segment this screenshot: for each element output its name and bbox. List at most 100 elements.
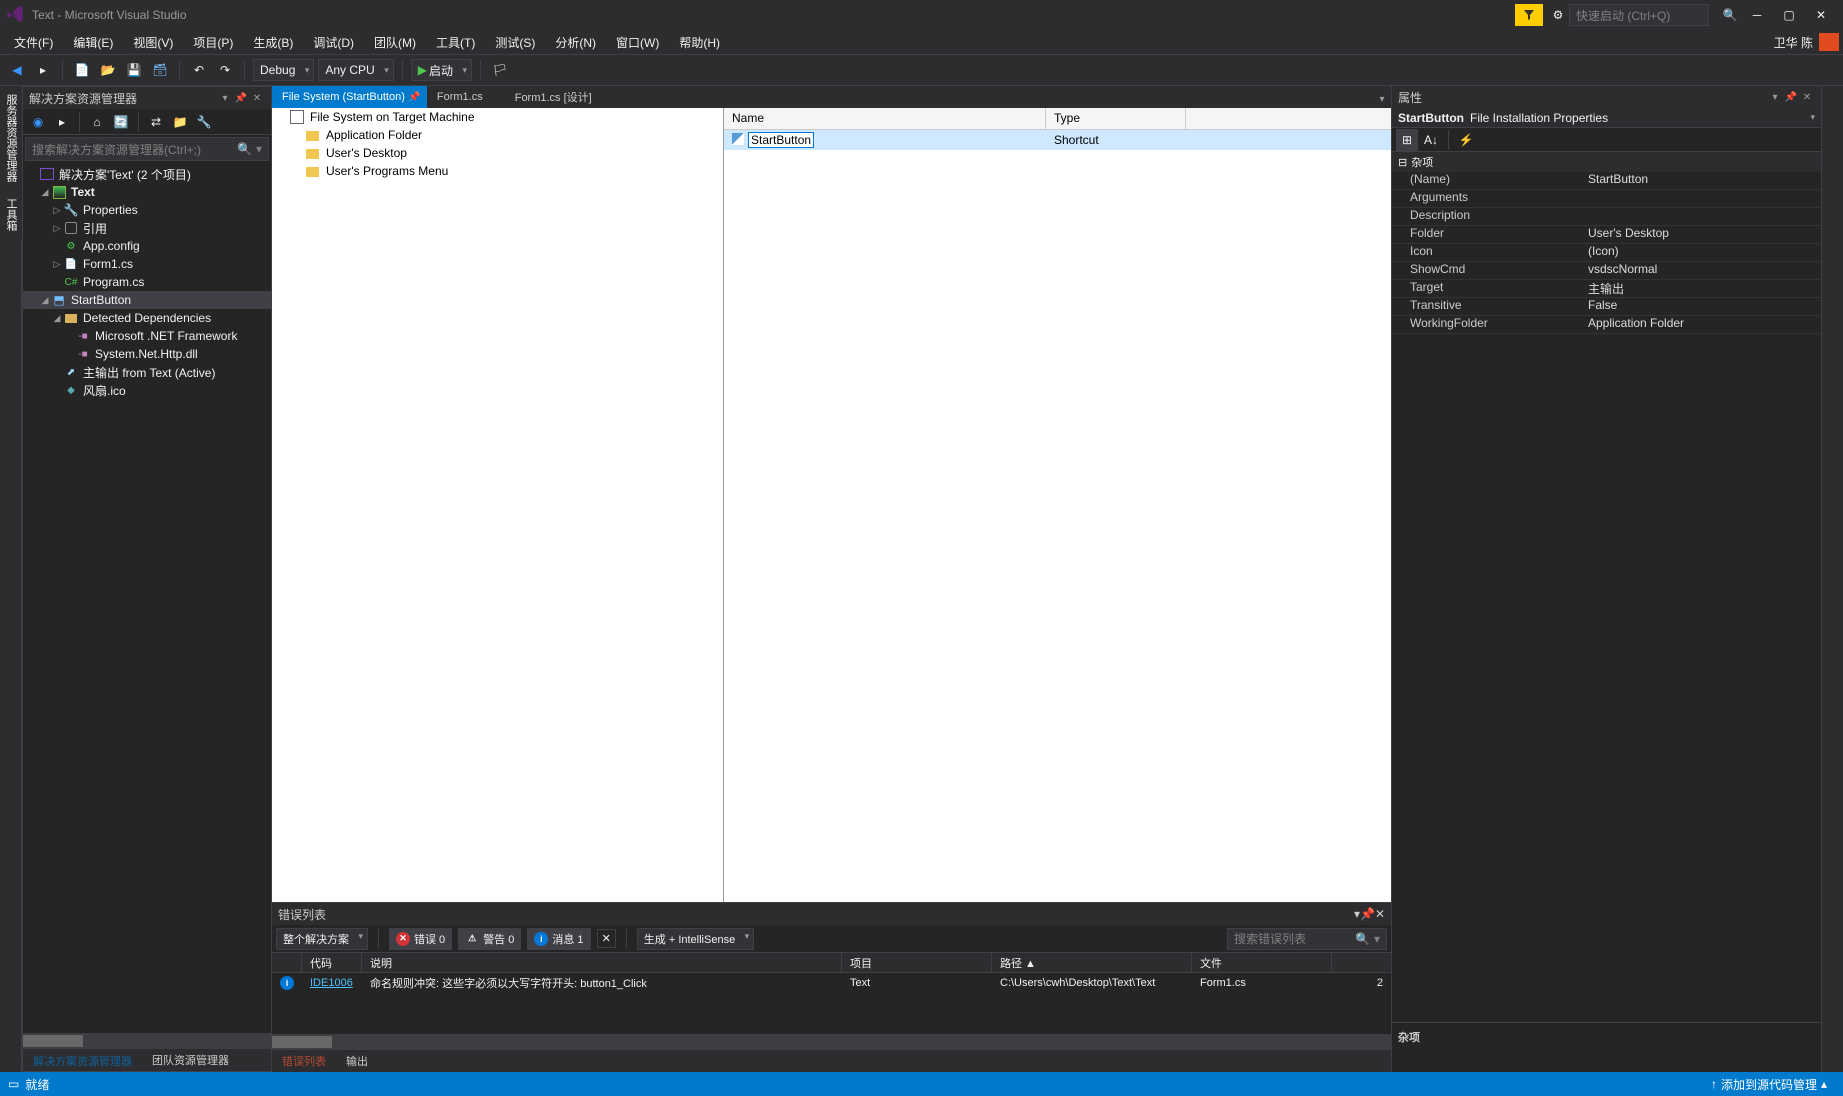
extra-toolbar-button[interactable]: 🏳 — [489, 59, 511, 81]
err-close-button[interactable]: ✕ — [1375, 907, 1385, 921]
prop-icon[interactable]: Icon(Icon) — [1392, 244, 1821, 262]
quick-launch-input[interactable]: 快速启动 (Ctrl+Q) — [1569, 4, 1709, 26]
tree-startbutton[interactable]: ◢⬒StartButton — [23, 291, 271, 309]
close-button[interactable]: ✕ — [1805, 3, 1837, 27]
props-category-misc[interactable]: ⊟杂项 — [1392, 152, 1821, 172]
menu-project[interactable]: 项目(P) — [183, 32, 243, 53]
user-name[interactable]: 卫华 陈 — [1774, 34, 1813, 51]
prop-description[interactable]: Description — [1392, 208, 1821, 226]
props-pin-button[interactable]: 📌 — [1783, 89, 1799, 105]
err-filter-warnings[interactable]: ⚠警告 0 — [458, 928, 521, 950]
err-col-path[interactable]: 路径 ▲ — [992, 953, 1192, 972]
menu-edit[interactable]: 编辑(E) — [63, 32, 123, 53]
search-icon[interactable]: 🔍 — [1719, 4, 1741, 26]
tab-error-list[interactable]: 错误列表 — [272, 1050, 336, 1072]
menu-test[interactable]: 测试(S) — [485, 32, 545, 53]
add-source-control-button[interactable]: ↑ 添加到源代码管理 ▴ — [1703, 1076, 1835, 1093]
tab-team-explorer[interactable]: 团队资源管理器 — [142, 1049, 239, 1071]
menu-view[interactable]: 视图(V) — [123, 32, 183, 53]
minimize-button[interactable]: ─ — [1741, 3, 1773, 27]
redo-button[interactable]: ↷ — [214, 59, 236, 81]
err-buildintelli-dropdown[interactable]: 生成 + IntelliSense — [637, 928, 754, 950]
menu-help[interactable]: 帮助(H) — [669, 32, 730, 53]
err-col-file[interactable]: 文件 — [1192, 953, 1332, 972]
save-button[interactable]: 💾 — [123, 59, 145, 81]
prop-arguments[interactable]: Arguments — [1392, 190, 1821, 208]
menu-build[interactable]: 生成(B) — [243, 32, 303, 53]
maximize-button[interactable]: ▢ — [1773, 3, 1805, 27]
tab-pin-icon[interactable]: 📌 — [408, 92, 420, 103]
panel-close-button[interactable]: ✕ — [249, 90, 265, 106]
nav-fwd-button[interactable]: ▸ — [32, 59, 54, 81]
nav-back-button[interactable]: ◀ — [6, 59, 28, 81]
prop-folder[interactable]: FolderUser's Desktop — [1392, 226, 1821, 244]
doctab-filesystem[interactable]: File System (StartButton) 📌 ✕ — [272, 86, 427, 108]
tree-properties[interactable]: ▷🔧Properties — [23, 201, 271, 219]
se-horizontal-scrollbar[interactable] — [23, 1033, 271, 1049]
fs-col-type[interactable]: Type — [1046, 108, 1186, 129]
undo-button[interactable]: ↶ — [188, 59, 210, 81]
menu-debug[interactable]: 调试(D) — [303, 32, 364, 53]
se-collapse-button[interactable]: ⇄ — [145, 111, 167, 133]
fs-root[interactable]: File System on Target Machine — [272, 108, 723, 126]
tree-netfx[interactable]: -■Microsoft .NET Framework — [23, 327, 271, 345]
tree-primary-output[interactable]: ⬈主输出 from Text (Active) — [23, 363, 271, 381]
menu-team[interactable]: 团队(M) — [364, 32, 426, 53]
menu-analyze[interactable]: 分析(N) — [545, 32, 606, 53]
tab-output[interactable]: 输出 — [336, 1050, 378, 1072]
tree-httpdll[interactable]: -■System.Net.Http.dll — [23, 345, 271, 363]
props-dropdown-button[interactable]: ▾ — [1767, 89, 1783, 105]
tree-appconfig[interactable]: ⚙App.config — [23, 237, 271, 255]
se-fwd-button[interactable]: ▸ — [51, 111, 73, 133]
menu-file[interactable]: 文件(F) — [4, 32, 63, 53]
prop-transitive[interactable]: TransitiveFalse — [1392, 298, 1821, 316]
err-col-desc[interactable]: 说明 — [362, 953, 842, 972]
props-categorized-button[interactable]: ⊞ — [1396, 129, 1418, 151]
tree-references[interactable]: ▷引用 — [23, 219, 271, 237]
tree-ico[interactable]: ◆风扇.ico — [23, 381, 271, 399]
fs-row-startbutton[interactable]: StartButton Shortcut — [724, 130, 1391, 150]
save-all-button[interactable]: 🗃 — [149, 59, 171, 81]
notification-filter-icon[interactable] — [1515, 4, 1543, 26]
error-row[interactable]: i IDE1006 命名规则冲突: 这些字必须以大写字符开头: button1_… — [272, 973, 1391, 993]
fs-userdesktop[interactable]: User's Desktop — [272, 144, 723, 162]
tab-solution-explorer[interactable]: 解决方案资源管理器 — [23, 1049, 142, 1071]
props-events-button[interactable]: ⚡ — [1455, 129, 1477, 151]
prop-workingfolder[interactable]: WorkingFolderApplication Folder — [1392, 316, 1821, 334]
err-search-input[interactable]: 搜索错误列表 🔍▾ — [1227, 928, 1387, 950]
err-col-icon[interactable] — [272, 953, 302, 972]
doctab-form1cs[interactable]: Form1.cs — [427, 86, 505, 108]
props-alpha-button[interactable]: A↓ — [1420, 129, 1442, 151]
new-project-button[interactable]: 📄 — [71, 59, 93, 81]
menu-tools[interactable]: 工具(T) — [426, 32, 485, 53]
tree-programcs[interactable]: C#Program.cs — [23, 273, 271, 291]
toolbox-tab[interactable]: 工具箱 — [0, 190, 22, 239]
err-col-code[interactable]: 代码 — [302, 953, 362, 972]
se-refresh-button[interactable]: 🔄 — [110, 111, 132, 133]
panel-dropdown-button[interactable]: ▾ — [217, 90, 233, 106]
doctabs-dropdown[interactable]: ▾ — [1373, 90, 1391, 108]
se-home-button[interactable]: ⌂ — [86, 111, 108, 133]
prop-target[interactable]: Target主输出 — [1392, 280, 1821, 298]
user-avatar-icon[interactable] — [1819, 33, 1839, 51]
err-filter-messages[interactable]: i消息 1 — [527, 928, 590, 950]
err-scope-dropdown[interactable]: 整个解决方案 — [276, 928, 368, 950]
config-dropdown[interactable]: Debug — [253, 59, 314, 81]
fs-name-edit[interactable]: StartButton — [748, 132, 814, 148]
start-debug-button[interactable]: ▶启动 — [411, 59, 472, 81]
menu-window[interactable]: 窗口(W) — [606, 32, 669, 53]
prop-showcmd[interactable]: ShowCmdvsdscNormal — [1392, 262, 1821, 280]
se-back-button[interactable]: ◉ — [27, 111, 49, 133]
err-code-link[interactable]: IDE1006 — [302, 977, 362, 989]
open-button[interactable]: 📂 — [97, 59, 119, 81]
se-properties-button[interactable]: 🔧 — [193, 111, 215, 133]
props-selection-dropdown[interactable]: StartButton File Installation Properties… — [1392, 108, 1821, 128]
tree-solution[interactable]: 解决方案'Text' (2 个项目) — [23, 165, 271, 183]
panel-pin-button[interactable]: 📌 — [233, 90, 249, 106]
fs-appfolder[interactable]: Application Folder — [272, 126, 723, 144]
tree-project-text[interactable]: ◢Text — [23, 183, 271, 201]
server-explorer-tab[interactable]: 服务器资源管理器 — [0, 86, 22, 190]
solution-explorer-search[interactable]: 搜索解决方案资源管理器(Ctrl+;) 🔍 ▾ — [25, 137, 269, 161]
se-showall-button[interactable]: 📁 — [169, 111, 191, 133]
err-horizontal-scrollbar[interactable] — [272, 1034, 1391, 1050]
